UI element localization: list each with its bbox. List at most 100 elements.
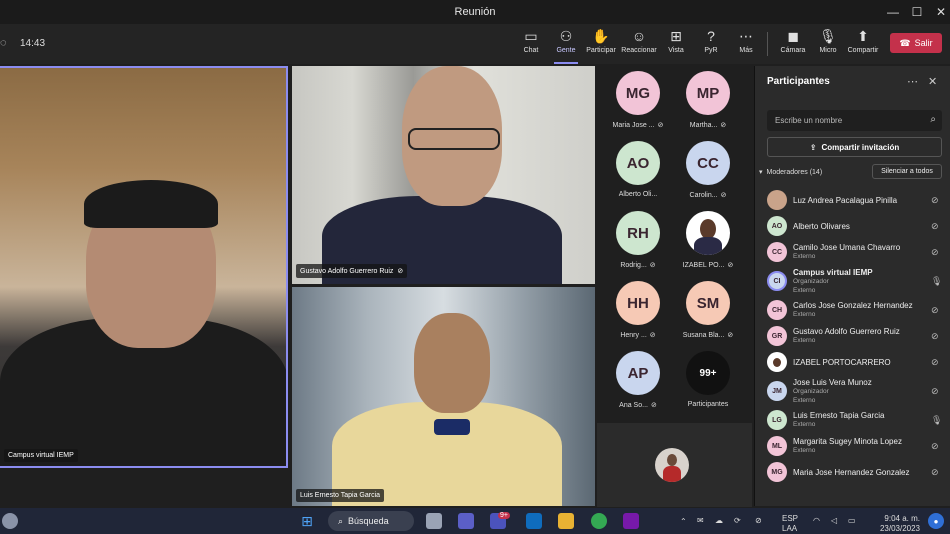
- react-button[interactable]: ☺ Reaccionar: [621, 28, 657, 62]
- chevron-down-icon: ▾: [759, 169, 763, 176]
- more-button[interactable]: ⋯ Más: [735, 28, 757, 62]
- leave-button[interactable]: ☎ Salir: [890, 33, 942, 53]
- task-view-icon[interactable]: [426, 513, 442, 529]
- grid-tile[interactable]: SM Susana Bla... ⊘: [672, 281, 744, 349]
- mic-off-icon: ⊘: [931, 356, 939, 367]
- chrome-icon[interactable]: [591, 513, 607, 529]
- meeting-toolbar: ◌ 14:43 ▭ Chat ⚇ Gente ✋ Participar ☺ Re…: [0, 24, 950, 64]
- participant-row[interactable]: AO Alberto Olivares ⊘: [755, 213, 950, 239]
- tray-chevron-icon[interactable]: ⌃: [680, 517, 687, 527]
- more-participants-tile[interactable]: 99+ Participantes: [672, 351, 744, 419]
- avatar-photo: [686, 211, 730, 255]
- grid-tile[interactable]: AO Alberto Oli...: [602, 141, 674, 209]
- mute-all-button[interactable]: Silenciar a todos: [872, 164, 942, 179]
- mic-off-icon: ⊘: [720, 122, 727, 129]
- share-invite-button[interactable]: ⇪ Compartir invitación: [767, 137, 942, 157]
- avatar-photo: [767, 190, 787, 210]
- volume-icon[interactable]: ◁: [831, 516, 837, 526]
- avatar: AO: [616, 141, 660, 185]
- grid-tile[interactable]: CC Carolin... ⊘: [672, 141, 744, 209]
- mic-muted-tray-icon[interactable]: ⊘: [755, 516, 762, 526]
- teams-meeting-window: Reunión — ☐ ✕ ◌ 14:43 ▭ Chat ⚇ Gente ✋ P…: [0, 0, 950, 534]
- participant-row[interactable]: IZABEL PORTOCARRERO ⊘: [755, 349, 950, 375]
- people-button[interactable]: ⚇ Gente: [552, 28, 580, 64]
- taskbar-search[interactable]: ⌕ Búsqueda: [328, 511, 414, 531]
- file-explorer-icon[interactable]: [558, 513, 574, 529]
- participant-row[interactable]: ML Margarita Sugey Minota Lopez Externo ⊘: [755, 433, 950, 459]
- clock[interactable]: 9:04 a. m. 23/03/2023: [868, 514, 920, 534]
- avatar: MP: [686, 71, 730, 115]
- wifi-icon[interactable]: ◠: [813, 516, 820, 526]
- sync-icon[interactable]: ⟳: [734, 516, 741, 526]
- more-icon: ⋯: [739, 28, 753, 44]
- share-button[interactable]: ⬆ Compartir: [846, 28, 880, 62]
- mic-off-icon: ⊘: [931, 330, 939, 341]
- close-panel-icon[interactable]: ✕: [928, 75, 937, 88]
- avatar: LG: [767, 410, 787, 430]
- speaker-hair: [84, 180, 218, 228]
- battery-icon[interactable]: ▭: [848, 516, 856, 526]
- mic-off-icon: ⊘: [931, 466, 939, 477]
- grid-tile[interactable]: MP Martha... ⊘: [672, 71, 744, 139]
- raise-hand-button[interactable]: ✋ Participar: [585, 28, 617, 62]
- avatar: RH: [616, 211, 660, 255]
- weather-icon[interactable]: [2, 513, 18, 529]
- mic-off-icon: ⊘: [931, 246, 939, 257]
- onedrive-icon[interactable]: ☁: [715, 516, 723, 526]
- grid-tile[interactable]: AP Ana So... ⊘: [602, 351, 674, 419]
- participant-row[interactable]: GR Gustavo Adolfo Guerrero Ruiz Externo ⊘: [755, 323, 950, 349]
- view-icon: ⊞: [670, 28, 682, 44]
- windows-start-icon[interactable]: ⊞: [299, 513, 315, 529]
- participant-row[interactable]: CH Carlos Jose Gonzalez Hernandez Externo…: [755, 297, 950, 323]
- mic-off-icon: ⊘: [931, 385, 939, 396]
- video-name-tag: Campus virtual IEMP: [4, 449, 78, 462]
- mic-off-icon: ⊘: [931, 220, 939, 231]
- video-name-tag: Gustavo Adolfo Guerrero Ruiz ⊘: [296, 264, 408, 278]
- notifications-icon[interactable]: ●: [928, 513, 944, 529]
- onenote-icon[interactable]: [623, 513, 639, 529]
- qa-button[interactable]: ? PyR: [700, 28, 722, 62]
- grid-tile[interactable]: RH Rodrig... ⊘: [602, 211, 674, 279]
- teams-chat-icon[interactable]: [458, 513, 474, 529]
- avatar: JM: [767, 381, 787, 401]
- avatar: MG: [767, 462, 787, 482]
- toolbar-divider: [767, 32, 768, 56]
- participant-search-input[interactable]: Escribe un nombre ⌕: [767, 110, 942, 131]
- participant-row[interactable]: CI Campus virtual IEMP Organizador Extern…: [755, 265, 950, 297]
- mic-off-icon: ⊘: [649, 332, 656, 339]
- language-indicator[interactable]: ESP LAA: [782, 514, 798, 534]
- mic-off-icon: 🎙: [819, 28, 837, 44]
- participant-row[interactable]: CC Camilo Jose Umana Chavarro Externo ⊘: [755, 239, 950, 265]
- grid-tile[interactable]: IZABEL PO... ⊘: [672, 211, 744, 279]
- view-button[interactable]: ⊞ Vista: [664, 28, 688, 62]
- close-window-button[interactable]: ✕: [926, 0, 950, 24]
- people-icon: ⚇: [559, 28, 573, 44]
- grid-tile[interactable]: HH Henry ... ⊘: [602, 281, 674, 349]
- video-tile-luis[interactable]: Luis Ernesto Tapia Garcia: [292, 287, 595, 506]
- participant-row[interactable]: LG Luis Ernesto Tapia Garcia Externo 🎙: [755, 407, 950, 433]
- teams-icon[interactable]: 9+: [490, 511, 510, 529]
- participant-row[interactable]: JM Jose Luis Vera Munoz Organizador Exter…: [755, 375, 950, 407]
- glasses-graphic: [408, 128, 500, 150]
- chat-icon: ▭: [524, 28, 538, 44]
- mic-off-icon: ⊘: [720, 192, 727, 199]
- participant-row[interactable]: Luz Andrea Pacalagua Pinilla ⊘: [755, 187, 950, 213]
- avatar-photo: [767, 352, 787, 372]
- chat-button[interactable]: ▭ Chat: [518, 28, 544, 62]
- participant-list: Luz Andrea Pacalagua Pinilla ⊘ AO Albert…: [755, 187, 950, 485]
- video-tile-gustavo[interactable]: Gustavo Adolfo Guerrero Ruiz ⊘: [292, 66, 595, 284]
- camera-button[interactable]: ◼ Cámara: [778, 28, 808, 62]
- video-tile-main[interactable]: Campus virtual IEMP: [0, 66, 288, 468]
- outlook-icon[interactable]: [526, 513, 542, 529]
- self-view[interactable]: [597, 421, 752, 507]
- search-icon: ⌕: [338, 515, 344, 526]
- mail-tray-icon[interactable]: ✉: [697, 516, 704, 526]
- participant-row[interactable]: MG Maria Jose Hernandez Gonzalez ⊘: [755, 459, 950, 485]
- self-avatar: [655, 448, 689, 482]
- mic-button[interactable]: 🎙 Micro: [816, 28, 840, 62]
- grid-tile[interactable]: MG Maria Jose ... ⊘: [602, 71, 674, 139]
- more-options-icon[interactable]: ⋯: [907, 75, 918, 88]
- moderators-header[interactable]: ▾ Moderadores (14): [759, 168, 822, 177]
- avatar: MG: [616, 71, 660, 115]
- speaker-face: [414, 313, 490, 413]
